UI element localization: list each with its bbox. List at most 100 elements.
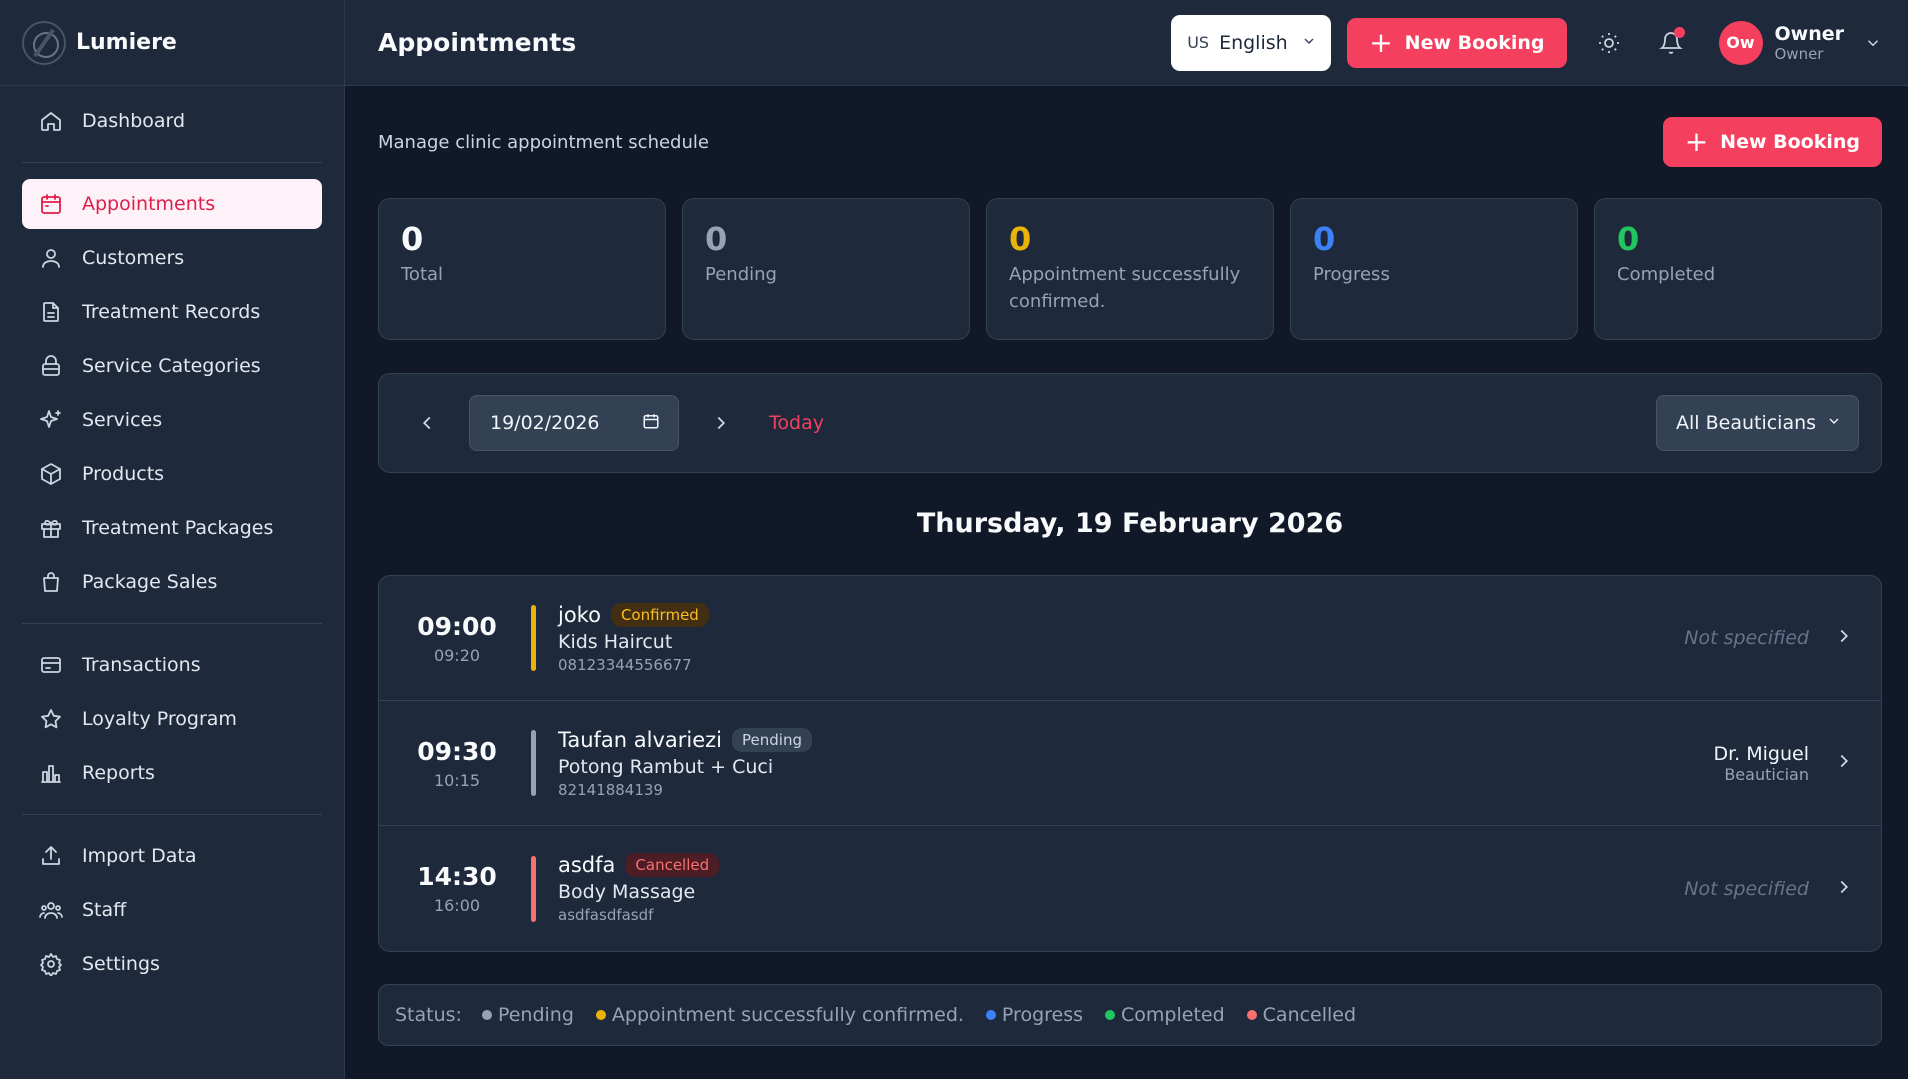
legend-dot <box>481 1010 492 1020</box>
gift-icon <box>38 515 64 541</box>
sidebar-item-staff[interactable]: Staff <box>22 885 322 935</box>
legend-item-label: Cancelled <box>1262 1004 1357 1026</box>
top-bar: Appointments US English + New Booking Ow… <box>345 0 1908 86</box>
appointment-row[interactable]: 14:30 16:00 asdfa Cancelled Body Massage asdf… <box>379 826 1881 951</box>
service-name: Kids Haircut <box>558 630 673 653</box>
appointment-info: asdfa Cancelled Body Massage asdfasdfasdf <box>558 853 720 924</box>
header-new-booking-button[interactable]: + New Booking <box>1347 17 1567 68</box>
chevron-right-icon[interactable] <box>1833 625 1855 651</box>
nav-divider <box>22 623 322 624</box>
language-label: English <box>1219 31 1288 54</box>
legend-item-label: Pending <box>497 1004 574 1026</box>
nav-divider <box>22 162 322 163</box>
language-select[interactable]: US English <box>1171 14 1332 71</box>
sidebar-item-services[interactable]: Services <box>22 395 322 445</box>
chevron-down-icon <box>1864 34 1882 52</box>
plus-icon: + <box>1369 25 1393 59</box>
sidebar-item-label: Services <box>82 409 163 431</box>
next-day-button[interactable] <box>703 405 739 441</box>
customer-phone: 08123344556677 <box>558 655 692 674</box>
today-button[interactable]: Today <box>769 412 824 434</box>
beautician-select[interactable]: All Beauticians <box>1656 395 1859 451</box>
sidebar-item-treatment-packages[interactable]: Treatment Packages <box>22 503 322 553</box>
theme-toggle-sun-icon[interactable] <box>1589 23 1629 63</box>
sidebar-item-import-data[interactable]: Import Data <box>22 831 322 881</box>
sidebar-item-appointments[interactable]: Appointments <box>22 179 322 229</box>
stat-value: 0 <box>401 220 424 258</box>
notification-bell-icon[interactable] <box>1651 23 1691 63</box>
user-menu[interactable]: Ow Owner Owner <box>1718 20 1883 65</box>
sidebar-item-customers[interactable]: Customers <box>22 233 322 283</box>
chevron-right-icon[interactable] <box>1833 750 1855 776</box>
sidebar-item-label: Treatment Packages <box>82 517 274 539</box>
sidebar-item-treatment-records[interactable]: Treatment Records <box>22 287 322 337</box>
notification-dot <box>1673 26 1685 38</box>
new-booking-button[interactable]: + New Booking <box>1662 117 1882 167</box>
sidebar-item-reports[interactable]: Reports <box>22 748 322 798</box>
user-name: Owner <box>1774 22 1845 45</box>
appointment-info: Taufan alvariezi Pending Potong Rambut + C… <box>558 727 812 799</box>
service-name: Body Massage <box>558 881 696 903</box>
stat-value: 0 <box>1617 220 1640 258</box>
appointment-list: 09:00 09:20 joko Confirmed Kids Haircut 08123… <box>378 575 1882 952</box>
stat-value: 0 <box>705 220 728 258</box>
appointment-info: joko Confirmed Kids Haircut 08123344556677 <box>558 602 709 674</box>
plus-icon: + <box>1684 125 1709 158</box>
sidebar-item-label: Settings <box>82 953 160 975</box>
status-bar <box>531 605 536 671</box>
user-role: Owner <box>1774 44 1824 63</box>
sidebar-item-settings[interactable]: Settings <box>22 939 322 989</box>
sidebar-item-label: Reports <box>82 762 155 784</box>
status-bar <box>531 730 536 796</box>
chevron-right-icon[interactable] <box>1833 876 1855 902</box>
sidebar-item-label: Products <box>82 463 165 485</box>
date-input[interactable]: 19/02/2026 <box>469 395 679 451</box>
layers-icon <box>38 353 64 379</box>
legend-item: Cancelled <box>1246 1004 1357 1026</box>
assigned-staff: Dr. Miguel Beautician <box>1713 743 1809 784</box>
brand: Lumiere <box>0 0 344 86</box>
sidebar-item-service-categories[interactable]: Service Categories <box>22 341 322 391</box>
customer-phone: asdfasdfasdf <box>558 906 654 924</box>
stat-label: Appointment successfully confirmed. <box>1009 264 1241 312</box>
staff-name: Dr. Miguel <box>1713 742 1809 765</box>
stat-card: 0 Progress <box>1290 198 1578 340</box>
sidebar-item-package-sales[interactable]: Package Sales <box>22 557 322 607</box>
appointment-row[interactable]: 09:00 09:20 joko Confirmed Kids Haircut 08123… <box>379 576 1881 701</box>
sidebar-item-transactions[interactable]: Transactions <box>22 640 322 690</box>
appointment-time: 09:30 10:15 <box>409 737 505 790</box>
team-icon <box>38 897 64 923</box>
star-icon <box>38 706 64 732</box>
customer-name: asdfa <box>558 853 616 877</box>
previous-day-button[interactable] <box>409 405 445 441</box>
day-title: Thursday, 19 February 2026 <box>916 508 1344 539</box>
legend-label: Status: <box>395 1004 462 1026</box>
appointment-row[interactable]: 09:30 10:15 Taufan alvariezi Pending Potong … <box>379 701 1881 826</box>
sidebar: Lumiere Dashboard Appointments Customers Tr… <box>0 0 345 1079</box>
sidebar-item-dashboard[interactable]: Dashboard <box>22 96 322 146</box>
customer-name: Taufan alvariezi <box>558 727 723 752</box>
start-time: 09:30 <box>417 736 497 766</box>
appointment-time: 09:00 09:20 <box>409 612 505 665</box>
sidebar-item-label: Staff <box>82 899 127 921</box>
legend-dot <box>985 1010 996 1020</box>
staff-name: Not specified <box>1684 627 1809 649</box>
customer-phone: 82141884139 <box>558 780 663 799</box>
flag-icon: US <box>1187 33 1210 52</box>
header-new-booking-label: New Booking <box>1404 31 1545 54</box>
sidebar-item-products[interactable]: Products <box>22 449 322 499</box>
sidebar-item-loyalty-program[interactable]: Loyalty Program <box>22 694 322 744</box>
legend-item: Appointment successfully confirmed. <box>595 1004 964 1026</box>
calendar-icon[interactable] <box>642 412 660 435</box>
logo-icon <box>22 20 66 65</box>
sparkles-icon <box>38 407 64 433</box>
credit-card-icon <box>38 652 64 678</box>
sidebar-item-label: Appointments <box>82 193 216 215</box>
stat-label: Completed <box>1617 264 1716 285</box>
appointment-time: 14:30 16:00 <box>409 862 505 915</box>
legend-item-label: Appointment successfully confirmed. <box>611 1004 964 1026</box>
status-badge: Cancelled <box>625 853 720 877</box>
sidebar-item-label: Package Sales <box>82 571 218 593</box>
sidebar-nav: Dashboard Appointments Customers Treatment … <box>0 86 344 989</box>
stat-card: 0 Pending <box>682 198 970 340</box>
